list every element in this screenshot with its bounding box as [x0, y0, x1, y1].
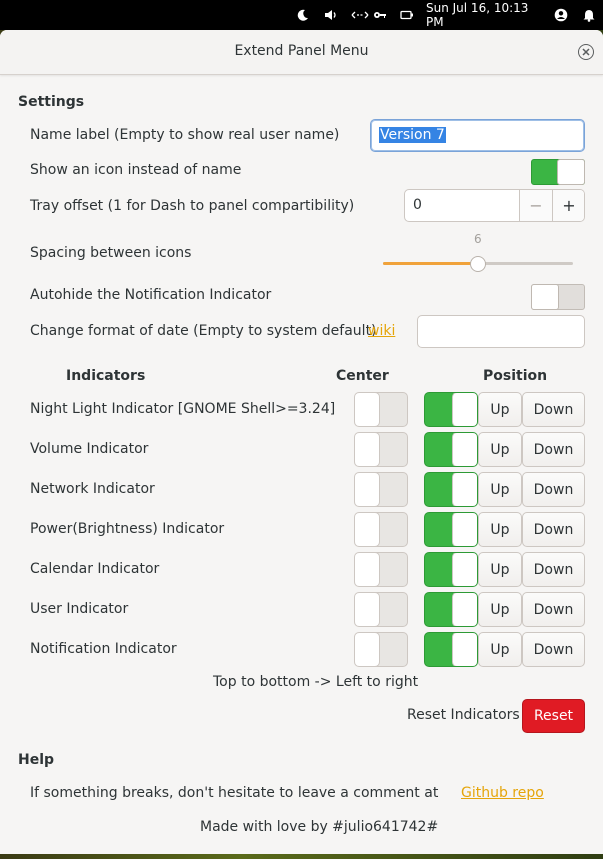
enable-toggle[interactable]	[424, 592, 478, 627]
up-button[interactable]: Up	[478, 512, 522, 547]
down-button[interactable]: Down	[522, 392, 585, 427]
down-button[interactable]: Down	[522, 592, 585, 627]
spacing-slider-fill	[383, 262, 478, 265]
header-bar: Extend Panel Menu	[0, 30, 603, 75]
help-heading: Help	[18, 752, 55, 768]
tray-offset-spinner[interactable]: 0 − +	[404, 189, 585, 222]
tray-offset-value: 0	[413, 197, 422, 213]
decrement-button[interactable]: −	[519, 190, 552, 221]
up-button[interactable]: Up	[478, 392, 522, 427]
settings-window: Extend Panel Menu Settings Name label (E…	[0, 30, 603, 854]
indicator-name: Notification Indicator	[30, 641, 177, 657]
spacing-slider-handle[interactable]	[470, 256, 486, 272]
indicator-name: Night Light Indicator [GNOME Shell>=3.24…	[30, 401, 336, 417]
enable-toggle[interactable]	[424, 432, 478, 467]
center-toggle[interactable]	[354, 592, 408, 627]
up-button[interactable]: Up	[478, 552, 522, 587]
spacing-value: 6	[474, 232, 482, 246]
center-toggle[interactable]	[354, 472, 408, 507]
up-button[interactable]: Up	[478, 432, 522, 467]
indicator-name: Calendar Indicator	[30, 561, 160, 577]
settings-heading: Settings	[18, 94, 85, 110]
wiki-link[interactable]: wiki	[368, 323, 395, 339]
center-toggle[interactable]	[354, 632, 408, 667]
autohide-switch[interactable]	[531, 284, 585, 310]
down-button[interactable]: Down	[522, 632, 585, 667]
enable-toggle[interactable]	[424, 632, 478, 667]
name-label-input[interactable]: Version 7	[370, 119, 585, 152]
up-button[interactable]: Up	[478, 632, 522, 667]
date-format-label: Change format of date (Empty to system d…	[30, 323, 377, 339]
close-icon[interactable]	[578, 44, 594, 60]
increment-button[interactable]: +	[552, 190, 584, 221]
show-icon-label: Show an icon instead of name	[30, 162, 242, 178]
indicator-name: User Indicator	[30, 601, 129, 617]
top-bar: Sun Jul 16, 10:13 PM	[0, 0, 603, 30]
indicators-column-header: Indicators	[66, 368, 146, 384]
indicator-name: Network Indicator	[30, 481, 155, 497]
tray-offset-label: Tray offset (1 for Dash to panel compart…	[30, 198, 355, 214]
down-button[interactable]: Down	[522, 432, 585, 467]
indicator-name: Volume Indicator	[30, 441, 149, 457]
center-column-header: Center	[336, 368, 389, 384]
indicator-name: Power(Brightness) Indicator	[30, 521, 225, 537]
up-button[interactable]: Up	[478, 472, 522, 507]
battery-icon[interactable]	[398, 0, 416, 30]
up-button[interactable]: Up	[478, 592, 522, 627]
show-icon-switch[interactable]	[531, 159, 585, 185]
down-button[interactable]: Down	[522, 472, 585, 507]
footer-credit: Made with love by #julio641742#	[200, 819, 439, 835]
volume-icon[interactable]	[322, 0, 340, 30]
help-text: If something breaks, don't hesitate to l…	[30, 785, 439, 801]
name-label-value: Version 7	[379, 127, 446, 143]
down-button[interactable]: Down	[522, 552, 585, 587]
spacing-label: Spacing between icons	[30, 245, 192, 261]
name-label-text: Name label (Empty to show real user name…	[30, 127, 340, 143]
user-icon[interactable]	[553, 0, 569, 30]
key-icon[interactable]	[372, 0, 388, 30]
reset-button[interactable]: Reset	[522, 699, 585, 733]
clock-label[interactable]: Sun Jul 16, 10:13 PM	[426, 0, 542, 30]
enable-toggle[interactable]	[424, 512, 478, 547]
reset-indicators-label: Reset Indicators	[407, 707, 520, 723]
github-repo-link[interactable]: Github repo	[461, 785, 544, 801]
center-toggle[interactable]	[354, 552, 408, 587]
order-note: Top to bottom -> Left to right	[213, 674, 419, 690]
center-toggle[interactable]	[354, 512, 408, 547]
autohide-label: Autohide the Notification Indicator	[30, 287, 272, 303]
center-toggle[interactable]	[354, 432, 408, 467]
enable-toggle[interactable]	[424, 472, 478, 507]
network-icon[interactable]	[349, 0, 371, 30]
position-column-header: Position	[483, 368, 548, 384]
window-title: Extend Panel Menu	[234, 43, 369, 59]
moon-icon[interactable]	[295, 0, 311, 30]
enable-toggle[interactable]	[424, 552, 478, 587]
enable-toggle[interactable]	[424, 392, 478, 427]
bell-icon[interactable]	[581, 0, 597, 30]
center-toggle[interactable]	[354, 392, 408, 427]
down-button[interactable]: Down	[522, 512, 585, 547]
date-format-input[interactable]	[417, 315, 585, 348]
